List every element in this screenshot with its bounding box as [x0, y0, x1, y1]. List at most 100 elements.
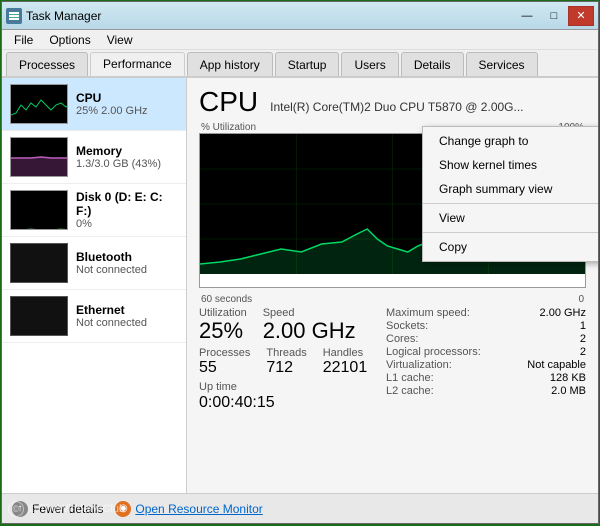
- spec-sockets: Sockets: 1: [386, 320, 586, 332]
- sidebar-item-bluetooth[interactable]: Bluetooth Not connected: [2, 237, 186, 290]
- tab-services[interactable]: Services: [466, 52, 538, 76]
- tab-startup[interactable]: Startup: [275, 52, 340, 76]
- cpu-panel-subtitle: Intel(R) Core(TM)2 Duo CPU T5870 @ 2.00G…: [270, 100, 523, 114]
- cores-label: Cores:: [386, 333, 496, 345]
- sidebar-cpu-label: CPU: [76, 91, 178, 105]
- ctx-show-kernel[interactable]: Show kernel times: [423, 153, 598, 177]
- speed-col: Speed 2.00 GHz: [263, 307, 356, 343]
- specs-right: Maximum speed: 2.00 GHz Sockets: 1 Cores…: [386, 307, 586, 416]
- memory-mini-graph: [10, 137, 68, 177]
- stats-left: Utilization 25% Speed 2.00 GHz Processes…: [199, 307, 386, 416]
- ctx-change-graph-label: Change graph to: [439, 134, 528, 148]
- util-speed-row: Utilization 25% Speed 2.00 GHz: [199, 307, 386, 343]
- watermark-icon: ©: [8, 501, 24, 517]
- ctx-graph-summary-label: Graph summary view: [439, 182, 552, 196]
- spec-l1: L1 cache: 128 KB: [386, 372, 586, 384]
- cores-value: 2: [580, 333, 586, 345]
- uptime-group: Up time 0:00:40:15: [199, 381, 386, 412]
- sidebar-bluetooth-value: Not connected: [76, 264, 178, 276]
- sidebar-item-cpu[interactable]: CPU 25% 2.00 GHz: [2, 78, 186, 131]
- spec-maxspeed: Maximum speed: 2.00 GHz: [386, 307, 586, 319]
- menu-view[interactable]: View: [99, 31, 141, 49]
- sidebar-item-ethernet[interactable]: Ethernet Not connected: [2, 290, 186, 343]
- tab-apphistory[interactable]: App history: [187, 52, 273, 76]
- title-bar: Task Manager — □ ✕: [2, 2, 598, 30]
- speed-value: 2.00 GHz: [263, 319, 356, 343]
- ctx-view[interactable]: View ▶: [423, 206, 598, 230]
- main-content: CPU 25% 2.00 GHz Memory 1.3/3.0 GB (43%): [2, 78, 598, 493]
- cpu-header: CPU Intel(R) Core(TM)2 Duo CPU T5870 @ 2…: [199, 86, 586, 118]
- spec-logical: Logical processors: 2: [386, 346, 586, 358]
- threads-value: 712: [266, 359, 306, 377]
- x-axis-duration: 60 seconds: [201, 294, 252, 305]
- sidebar-ethernet-label: Ethernet: [76, 303, 178, 317]
- utilization-col: Utilization 25%: [199, 307, 247, 343]
- tab-details[interactable]: Details: [401, 52, 464, 76]
- title-bar-left: Task Manager: [6, 8, 101, 24]
- cpu-panel: CPU Intel(R) Core(TM)2 Duo CPU T5870 @ 2…: [187, 78, 598, 493]
- ctx-separator-1: [423, 203, 598, 204]
- menu-options[interactable]: Options: [41, 31, 98, 49]
- spec-cores: Cores: 2: [386, 333, 586, 345]
- sidebar-disk-value: 0%: [76, 218, 178, 230]
- spec-virt: Virtualization: Not capable: [386, 359, 586, 371]
- tab-bar: Processes Performance App history Startu…: [2, 50, 598, 78]
- ctx-view-label: View: [439, 211, 465, 225]
- cpu-mini-graph: [10, 84, 68, 124]
- menu-file[interactable]: File: [6, 31, 41, 49]
- tab-processes[interactable]: Processes: [6, 52, 88, 76]
- ethernet-mini-graph: [10, 296, 68, 336]
- minimize-button[interactable]: —: [514, 6, 540, 26]
- sockets-label: Sockets:: [386, 320, 496, 332]
- sidebar-ethernet-info: Ethernet Not connected: [76, 303, 178, 329]
- context-menu: Change graph to ▶ Overall utilization Lo…: [422, 126, 598, 262]
- virt-value: Not capable: [527, 359, 586, 371]
- window-title: Task Manager: [26, 9, 101, 23]
- l1-value: 128 KB: [550, 372, 586, 384]
- bluetooth-mini-graph: [10, 243, 68, 283]
- processes-label: Processes: [199, 347, 250, 359]
- processes-col: Processes 55: [199, 347, 250, 377]
- virt-label: Virtualization:: [386, 359, 496, 371]
- handles-value: 22101: [323, 359, 368, 377]
- maxspeed-label: Maximum speed:: [386, 307, 496, 319]
- maximize-button[interactable]: □: [541, 6, 567, 26]
- ctx-change-graph[interactable]: Change graph to ▶ Overall utilization Lo…: [423, 129, 598, 153]
- sidebar-disk-label: Disk 0 (D: E: C: F:): [76, 190, 178, 218]
- open-monitor-button[interactable]: ◉ Open Resource Monitor: [115, 501, 262, 517]
- sidebar-memory-info: Memory 1.3/3.0 GB (43%): [76, 144, 178, 170]
- tab-performance[interactable]: Performance: [90, 52, 185, 76]
- close-button[interactable]: ✕: [568, 6, 594, 26]
- sidebar-item-memory[interactable]: Memory 1.3/3.0 GB (43%): [2, 131, 186, 184]
- logical-value: 2: [580, 346, 586, 358]
- ctx-graph-summary[interactable]: Graph summary view: [423, 177, 598, 201]
- sidebar-bluetooth-label: Bluetooth: [76, 250, 178, 264]
- title-controls: — □ ✕: [514, 6, 594, 26]
- l2-label: L2 cache:: [386, 385, 496, 397]
- sidebar: CPU 25% 2.00 GHz Memory 1.3/3.0 GB (43%): [2, 78, 187, 493]
- utilization-value: 25%: [199, 319, 247, 343]
- l1-label: L1 cache:: [386, 372, 496, 384]
- ctx-copy[interactable]: Copy Ctrl+C: [423, 235, 598, 259]
- sidebar-bluetooth-info: Bluetooth Not connected: [76, 250, 178, 276]
- sidebar-item-disk[interactable]: Disk 0 (D: E: C: F:) 0%: [2, 184, 186, 237]
- sidebar-ethernet-value: Not connected: [76, 317, 178, 329]
- spec-l2: L2 cache: 2.0 MB: [386, 385, 586, 397]
- cpu-panel-title: CPU: [199, 86, 258, 118]
- logical-label: Logical processors:: [386, 346, 496, 358]
- tab-users[interactable]: Users: [341, 52, 398, 76]
- menu-bar: File Options View: [2, 30, 598, 50]
- sockets-value: 1: [580, 320, 586, 332]
- proc-threads-handles-row: Processes 55 Threads 712 Handles 22101: [199, 347, 386, 377]
- threads-col: Threads 712: [266, 347, 306, 377]
- sidebar-memory-value: 1.3/3.0 GB (43%): [76, 158, 178, 170]
- chart-labels-bottom: 60 seconds 0: [199, 294, 586, 305]
- sidebar-cpu-info: CPU 25% 2.00 GHz: [76, 91, 178, 117]
- maxspeed-value: 2.00 GHz: [540, 307, 586, 319]
- y-axis-label: % Utilization: [201, 122, 256, 133]
- l2-value: 2.0 MB: [551, 385, 586, 397]
- threads-label: Threads: [266, 347, 306, 359]
- sidebar-memory-label: Memory: [76, 144, 178, 158]
- handles-label: Handles: [323, 347, 368, 359]
- processes-value: 55: [199, 359, 250, 377]
